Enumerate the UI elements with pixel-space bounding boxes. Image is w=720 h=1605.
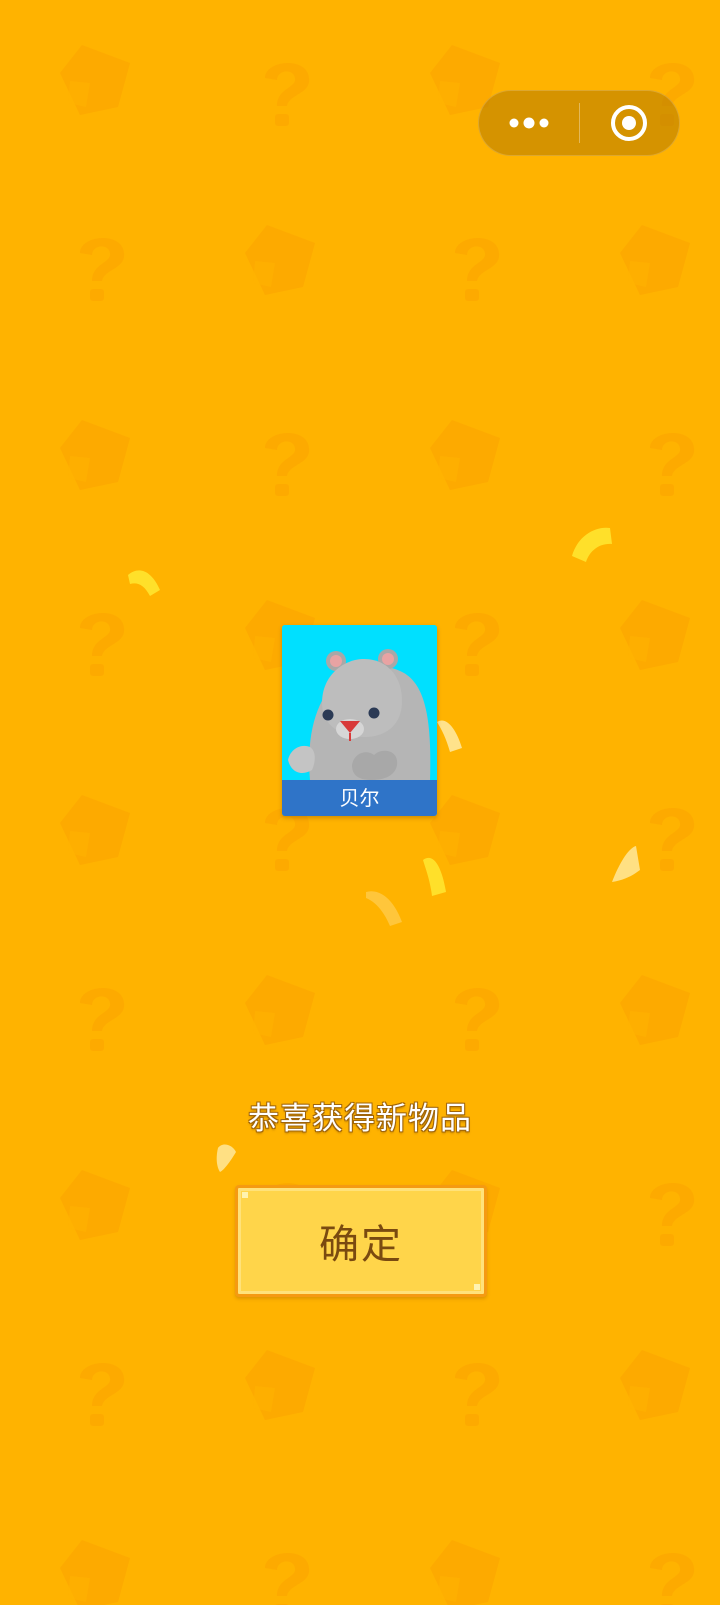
gray-bear-portrait-icon xyxy=(282,625,437,780)
confirm-button[interactable]: 确定 xyxy=(235,1185,487,1297)
more-dots-icon xyxy=(509,117,549,129)
item-name-label: 贝尔 xyxy=(282,780,437,816)
button-corner-sparkle xyxy=(474,1284,480,1290)
close-miniprogram-button[interactable] xyxy=(580,91,680,155)
reward-message: 恭喜获得新物品 xyxy=(248,1101,472,1137)
target-circle-icon xyxy=(611,105,648,141)
button-corner-sparkle xyxy=(242,1192,248,1198)
more-button[interactable] xyxy=(479,91,579,155)
reward-item-card: 贝尔 xyxy=(282,625,437,816)
miniprogram-capsule xyxy=(478,90,680,156)
confirm-button-label: 确定 xyxy=(319,1222,403,1268)
